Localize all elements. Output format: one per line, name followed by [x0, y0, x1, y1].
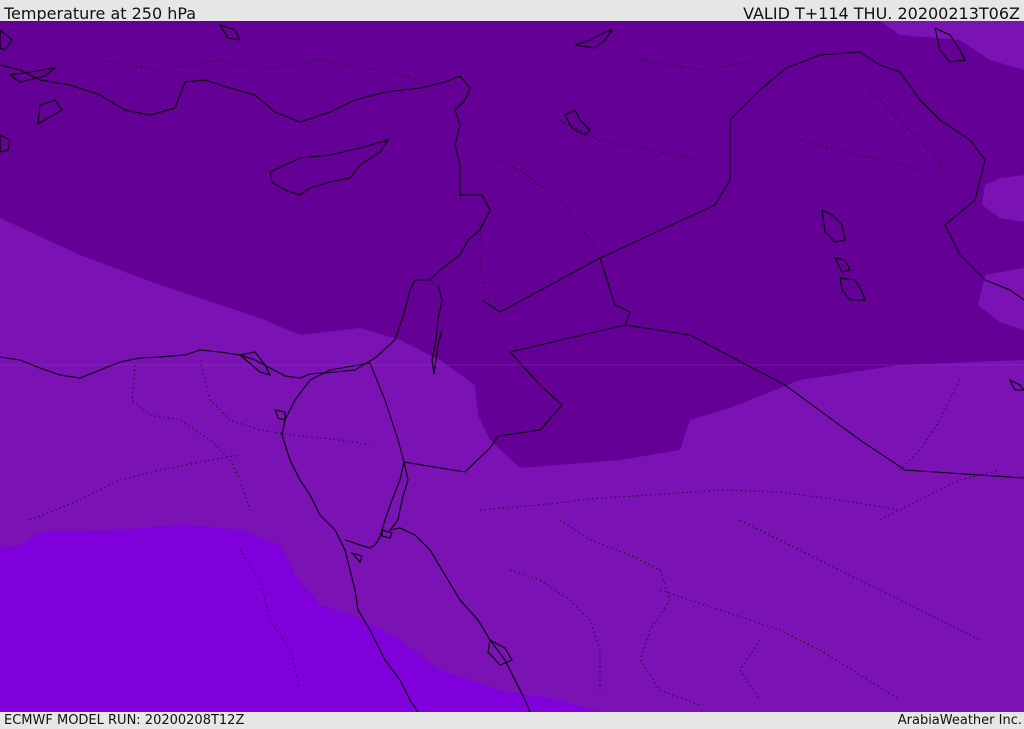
map-area[interactable] [0, 21, 1024, 712]
top-bar: Temperature at 250 hPa VALID T+114 THU. … [0, 0, 1024, 23]
credit: ArabiaWeather Inc. [897, 713, 1022, 728]
model-run: ECMWF MODEL RUN: 20200208T12Z [4, 713, 245, 728]
bottom-bar: ECMWF MODEL RUN: 20200208T12Z ArabiaWeat… [0, 712, 1024, 729]
map-canvas [0, 21, 1024, 712]
